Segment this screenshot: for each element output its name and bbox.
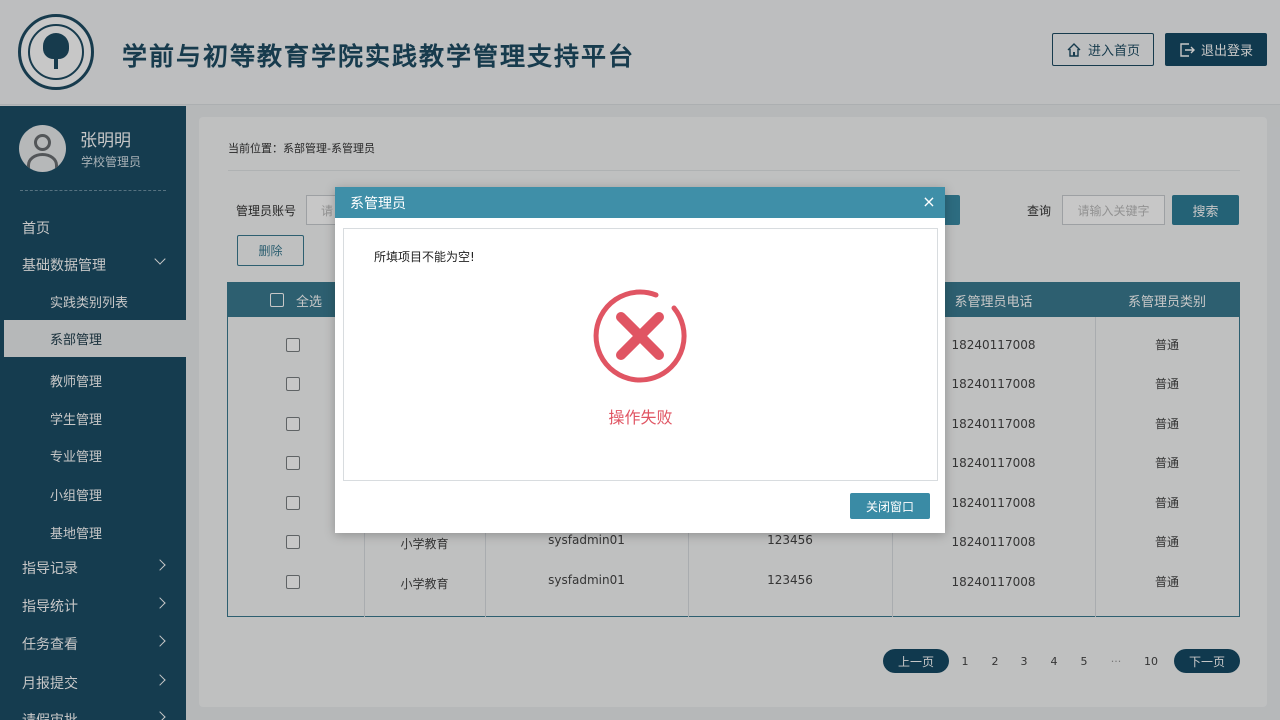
error-x-icon — [593, 289, 687, 383]
dialog-body: 所填项目不能为空! 操作失败 — [343, 228, 938, 481]
dialog-message: 所填项目不能为空! — [374, 250, 475, 264]
close-icon[interactable]: × — [921, 194, 937, 210]
dialog-status: 操作失败 — [608, 408, 673, 427]
dialog-header: 系管理员 × — [335, 187, 945, 218]
error-dialog: 系管理员 × 所填项目不能为空! 操作失败 关闭窗口 — [335, 187, 945, 533]
close-window-button[interactable]: 关闭窗口 — [850, 493, 930, 519]
dialog-title: 系管理员 — [350, 195, 406, 212]
